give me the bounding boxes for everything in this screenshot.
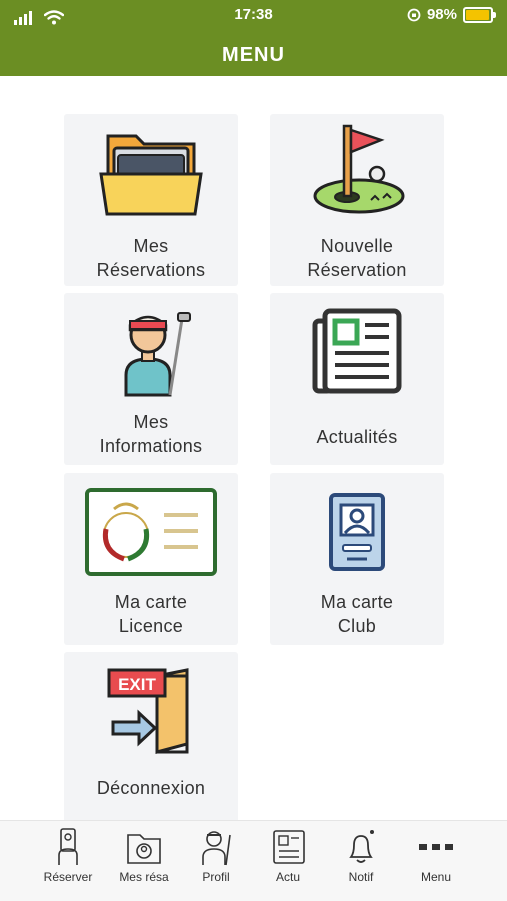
tab-label: Notif [348, 870, 374, 884]
tab-menu[interactable]: Menu [399, 827, 473, 895]
golf-flag-icon [313, 124, 405, 214]
bookings-icon [127, 834, 161, 864]
tile-label-line1: Mes [133, 236, 169, 256]
battery-percent: 98% [426, 6, 457, 23]
tile-label-line2: Réservation [307, 260, 407, 280]
tab-profil[interactable]: Profil [179, 827, 253, 895]
news-icon [273, 830, 305, 864]
tile-label-line1: Nouvelle [320, 236, 394, 256]
exit-icon: EXIT [107, 668, 189, 754]
tile-carte-licence[interactable]: Ma carte Licence [64, 473, 238, 645]
battery-icon [463, 6, 496, 23]
tile-label-line1: Ma carte [114, 592, 188, 612]
tile-carte-club[interactable]: Ma carte Club [270, 473, 444, 645]
folder-icon [99, 134, 203, 216]
tile-mes-reservations[interactable]: Mes Réservations [64, 114, 238, 286]
tile-label-line1: Mes [133, 412, 169, 432]
tile-label-line1: Ma carte [320, 592, 394, 612]
tab-label: Menu [420, 870, 452, 884]
exit-sign-text: EXIT [118, 675, 156, 694]
tab-label: Mes résa [119, 870, 169, 884]
more-icon [419, 844, 453, 850]
status-bar: 17:38 98% [0, 6, 507, 26]
tab-label: Actu [275, 870, 300, 884]
bottom-tab-bar: Réserver Mes résa Profil Actu Notif Menu [0, 820, 507, 901]
tile-label-line2: Club [337, 616, 377, 636]
golfer-icon [124, 312, 191, 397]
tab-mes-resa[interactable]: Mes résa [107, 827, 181, 895]
tile-label-line2: Licence [118, 616, 184, 636]
page-title: MENU [222, 44, 285, 66]
tab-reserver[interactable]: Réserver [31, 827, 105, 895]
tile-label-line1: Déconnexion [96, 778, 206, 798]
tab-label: Réserver [43, 870, 93, 884]
tile-label-line2: Réservations [96, 260, 206, 280]
tile-deconnexion[interactable]: EXIT Déconnexion [64, 652, 238, 824]
license-card-icon [85, 488, 217, 576]
tile-actualites[interactable]: Actualités [270, 293, 444, 465]
tile-label-line1: Actualités [316, 427, 398, 447]
reserve-icon [58, 828, 78, 865]
orientation-lock-icon [407, 8, 421, 21]
tile-label-line2: Informations [99, 436, 203, 456]
club-card-icon [329, 493, 385, 571]
tile-mes-informations[interactable]: Mes Informations [64, 293, 238, 465]
bell-icon [349, 830, 374, 863]
app-header: 17:38 98% MENU [0, 0, 507, 76]
tile-nouvelle-reservation[interactable]: Nouvelle Réservation [270, 114, 444, 286]
tab-notif[interactable]: Notif [324, 827, 398, 895]
newspaper-icon [312, 308, 402, 394]
tab-label: Profil [202, 870, 230, 884]
tab-actu[interactable]: Actu [251, 827, 325, 895]
profile-icon [202, 831, 231, 866]
